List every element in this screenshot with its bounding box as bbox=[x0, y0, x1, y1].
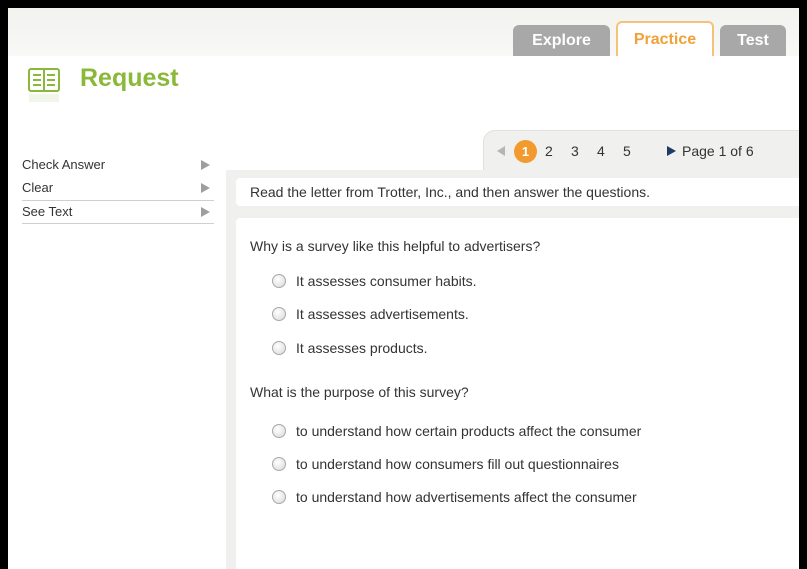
page-5-button[interactable]: 5 bbox=[623, 143, 631, 159]
check-answer-button[interactable]: Check Answer bbox=[22, 154, 214, 177]
page-4-button[interactable]: 4 bbox=[597, 143, 605, 159]
menu-item-label: Clear bbox=[22, 180, 54, 195]
radio-button[interactable] bbox=[272, 424, 286, 438]
page-3-button[interactable]: 3 bbox=[571, 143, 579, 159]
menu-item-label: See Text bbox=[22, 204, 73, 219]
tab-test[interactable]: Test bbox=[720, 25, 786, 56]
answer-label: to understand how advertisements affect … bbox=[296, 489, 637, 505]
answer-label: to understand how certain products affec… bbox=[296, 423, 642, 439]
instruction-box: Read the letter from Trotter, Inc., and … bbox=[236, 178, 799, 206]
radio-button[interactable] bbox=[272, 274, 286, 288]
page-2-button[interactable]: 2 bbox=[545, 143, 553, 159]
prev-page-icon[interactable] bbox=[497, 146, 505, 156]
page-1-button[interactable]: 1 bbox=[514, 140, 537, 163]
page-indicator: Page 1 of 6 bbox=[682, 143, 754, 159]
radio-button[interactable] bbox=[272, 490, 286, 504]
answer-label: It assesses products. bbox=[296, 340, 428, 356]
page-title: Request bbox=[80, 64, 179, 92]
arrow-right-icon bbox=[201, 207, 210, 217]
question-2: What is the purpose of this survey? bbox=[250, 384, 469, 400]
content-panel: Read the letter from Trotter, Inc., and … bbox=[226, 170, 799, 569]
header-bar: Explore Practice Test bbox=[8, 8, 799, 56]
radio-button[interactable] bbox=[272, 307, 286, 321]
side-menu: Check Answer Clear See Text bbox=[22, 154, 214, 224]
answer-label: It assesses advertisements. bbox=[296, 306, 469, 322]
tab-explore[interactable]: Explore bbox=[513, 25, 610, 56]
book-icon bbox=[28, 68, 60, 102]
question-1: Why is a survey like this helpful to adv… bbox=[250, 238, 541, 254]
arrow-right-icon bbox=[201, 183, 210, 193]
radio-button[interactable] bbox=[272, 457, 286, 471]
radio-button[interactable] bbox=[272, 341, 286, 355]
questions-box: Why is a survey like this helpful to adv… bbox=[236, 218, 799, 569]
instruction-text: Read the letter from Trotter, Inc., and … bbox=[250, 184, 650, 200]
app-frame: Explore Practice Test Request Check Answ… bbox=[8, 8, 799, 569]
next-page-icon[interactable] bbox=[667, 146, 676, 156]
answer-label: to understand how consumers fill out que… bbox=[296, 456, 619, 472]
answer-label: It assesses consumer habits. bbox=[296, 273, 477, 289]
pagination: 1 2 3 4 5 Page 1 of 6 bbox=[484, 131, 799, 171]
clear-button[interactable]: Clear bbox=[22, 177, 214, 200]
pager-tab: 1 2 3 4 5 Page 1 of 6 bbox=[483, 130, 799, 170]
arrow-right-icon bbox=[201, 160, 210, 170]
tab-practice[interactable]: Practice bbox=[616, 21, 714, 56]
see-text-button[interactable]: See Text bbox=[22, 200, 214, 224]
menu-item-label: Check Answer bbox=[22, 157, 106, 172]
